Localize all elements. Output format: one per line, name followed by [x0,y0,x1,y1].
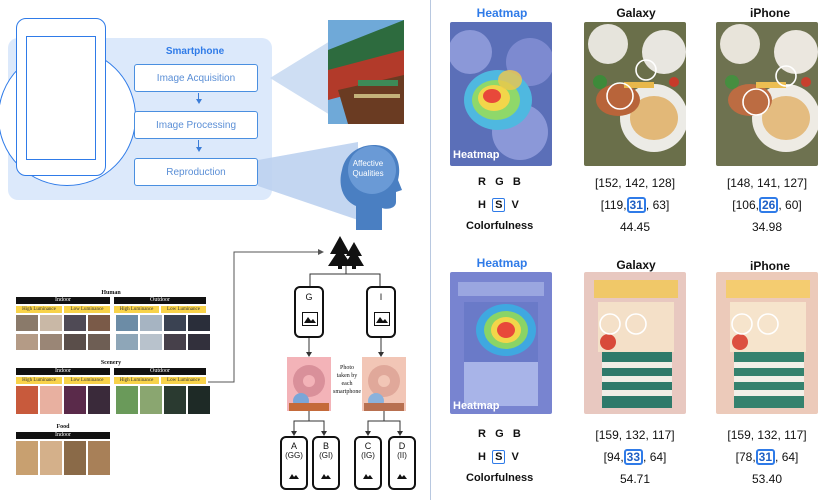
heatmap-overlay-label: Heatmap [453,400,500,412]
image-icon [363,474,373,479]
col-header-iphone: iPhone [749,6,790,20]
colorfulness-label: Colorfulness [466,220,534,232]
label-low-luminance: Low Luminance [64,306,110,313]
iphone-rgb-value: [159, 132, 117] [727,428,807,442]
arrow-down-icon [196,99,202,104]
photo-caption: Photo taken by each smartphone [333,365,361,395]
donut-photo-i [362,357,406,411]
image-icon [289,474,299,479]
col-header-galaxy: Galaxy [616,6,656,20]
galaxy-rgb-value: [152, 142, 128] [594,176,676,190]
col-header-iphone: iPhone [749,259,790,273]
group-title-food: Food [56,424,70,430]
step-image-acquisition: Image Acquisition [134,64,258,92]
tree-icon [328,236,364,269]
output-code: (GI) [319,451,333,460]
header-indoor: Indoor [16,297,110,304]
human-thumbnails [16,315,210,331]
galaxy-image-food [584,22,686,166]
colorfulness-label: Colorfulness [466,472,534,484]
iphone-colorfulness-value: 34.98 [751,220,783,234]
iphone-hsv-value: [78, 31, 64] [735,449,799,465]
group-title-scenery: Scenery [100,360,122,366]
heatmap-overlay-label: Heatmap [453,149,500,161]
label-high-luminance: High Luminance [114,377,159,384]
output-code: (II) [397,451,407,460]
rgb-label: R G B [478,176,521,188]
col-header-heatmap: Heatmap [476,6,528,20]
output-phone-b: B (GI) [312,436,340,490]
output-phone-c: C (IG) [354,436,382,490]
output-letter: B [322,441,329,451]
scenery-thumbnails [16,386,210,414]
pipeline-title: Smartphone [165,46,225,57]
label-low-luminance: Low Luminance [64,377,110,384]
output-phone-a: A (GG) [280,436,308,490]
output-code: (GG) [285,451,303,460]
galaxy-colorfulness-value: 44.45 [619,220,651,234]
image-icon [397,474,407,479]
label-high-luminance: High Luminance [114,306,159,313]
heatmap-image-stand [450,272,552,414]
donut-photo-g [287,357,331,411]
label-high-luminance: High Luminance [16,377,62,384]
galaxy-image-stand [584,272,686,414]
tree-lines [309,266,381,286]
header-outdoor: Outdoor [114,297,206,304]
hsv-label: H S V [478,450,519,464]
down-arrows [306,338,384,357]
image-icon [302,312,318,326]
heatmap-image-food [450,22,552,166]
phone-g: G [294,286,324,338]
phone-i: I [366,286,396,338]
output-letter: A [290,441,297,451]
human-thumbnails [16,334,210,350]
galaxy-hsv-value: [94, 33, 64] [603,449,667,465]
header-indoor: Indoor [16,432,110,439]
head-silhouette-icon [340,145,402,230]
output-letter: C [364,441,372,451]
step-image-processing: Image Processing [134,111,258,139]
galaxy-hsv-value: [119, 31, 63] [600,197,670,213]
iphone-hsv-value: [106, 26, 60] [732,197,802,213]
label-high-luminance: High Luminance [16,306,62,313]
output-phone-d: D (II) [388,436,416,490]
hsv-label: H S V [478,198,519,212]
col-header-heatmap: Heatmap [476,256,528,270]
group-title-human: Human [101,290,121,296]
phone-g-label: G [305,292,313,302]
col-header-galaxy: Galaxy [616,258,656,272]
iphone-colorfulness-value: 53.40 [751,472,783,486]
output-code: (IG) [361,451,375,460]
step-reproduction: Reproduction [134,158,258,186]
output-letter: D [398,441,406,451]
galaxy-rgb-value: [159, 132, 117] [595,428,675,442]
connector [198,140,199,147]
phone-screen [26,36,96,160]
vertical-divider [430,0,431,500]
header-outdoor: Outdoor [114,368,206,375]
split-lines [291,411,403,436]
header-indoor: Indoor [16,368,110,375]
iphone-rgb-value: [148, 141, 127] [726,176,808,190]
galaxy-colorfulness-value: 54.71 [619,472,651,486]
iphone-image-food [716,22,818,166]
arrow-down-icon [196,147,202,152]
pagoda-photo [328,20,404,124]
phone-i-label: I [379,292,383,302]
rgb-label: R G B [478,428,521,440]
image-icon [374,312,390,326]
iphone-image-stand [716,272,818,414]
image-icon [321,474,331,479]
affective-qualities-label: Affective Qualities [352,159,384,178]
food-thumbnails [16,441,110,475]
